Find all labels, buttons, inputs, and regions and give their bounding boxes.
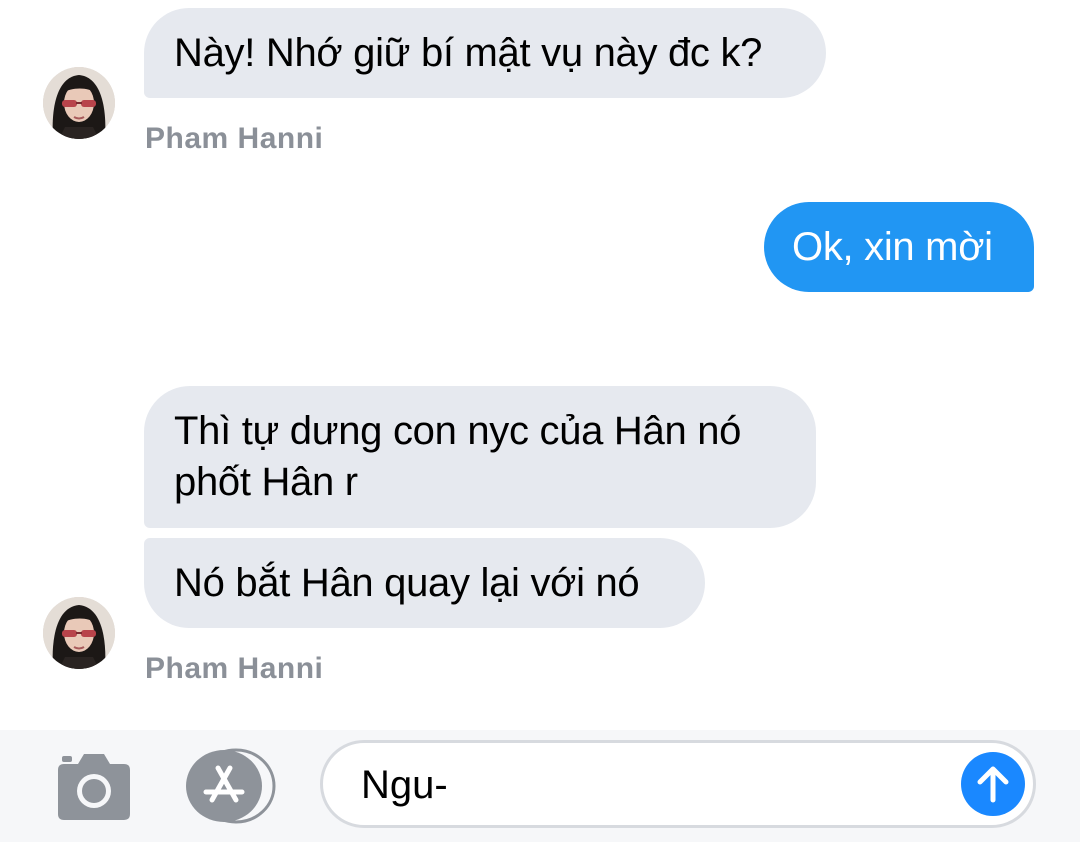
message-text: Nó bắt Hân quay lại với nó (174, 561, 640, 605)
message-input-value[interactable]: Ngu- (361, 762, 448, 808)
message-composer: Ngu- (0, 730, 1080, 842)
sender-name: Pham Hanni (145, 652, 324, 685)
app-store-icon (186, 748, 276, 824)
app-store-button[interactable] (184, 748, 278, 824)
message-thread: Này! Nhớ giữ bí mật vụ này đc k? Pham Ha… (0, 0, 1080, 730)
camera-icon (58, 754, 130, 820)
message-text: Thì tự dưng con nyc của Hân nó phốt Hân … (174, 409, 742, 504)
message-text: Ok, xin mời (792, 225, 993, 269)
sender-name: Pham Hanni (145, 122, 324, 155)
send-arrow-up-icon (961, 752, 1025, 816)
camera-button[interactable] (54, 752, 134, 822)
message-bubble-incoming[interactable]: Này! Nhớ giữ bí mật vụ này đc k? (144, 8, 826, 98)
message-input[interactable]: Ngu- (320, 740, 1036, 828)
message-bubble-incoming[interactable]: Nó bắt Hân quay lại với nó (144, 538, 705, 628)
message-text: Này! Nhớ giữ bí mật vụ này đc k? (174, 31, 763, 75)
message-bubble-outgoing[interactable]: Ok, xin mời (764, 202, 1034, 292)
avatar[interactable] (43, 597, 115, 669)
avatar-photo (43, 67, 115, 139)
avatar-photo (43, 597, 115, 669)
message-bubble-incoming[interactable]: Thì tự dưng con nyc của Hân nó phốt Hân … (144, 386, 816, 528)
send-button[interactable] (961, 752, 1025, 816)
avatar[interactable] (43, 67, 115, 139)
